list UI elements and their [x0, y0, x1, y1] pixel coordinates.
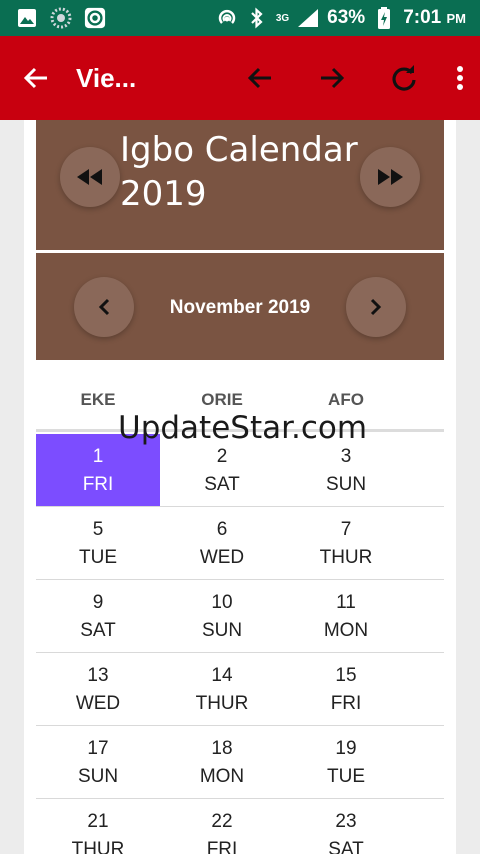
weekday-label: TUE	[79, 547, 117, 568]
weekday-label: FRI	[82, 474, 114, 495]
day-number: 5	[92, 519, 104, 540]
watermark: UpdateStar.com	[118, 410, 368, 446]
next-month-button[interactable]	[346, 277, 406, 337]
back-button[interactable]	[0, 36, 72, 120]
fast-forward-icon	[378, 169, 403, 185]
status-bar: 3G 63% 7:01 PM	[0, 0, 480, 36]
clock: 7:01 PM	[403, 7, 466, 28]
column-header-eke: EKE	[80, 390, 116, 409]
browser-forward-button[interactable]	[296, 36, 368, 120]
day-cell[interactable]: 7 THUR	[284, 507, 408, 579]
month-panel: November 2019	[36, 253, 444, 360]
calendar-row: 5 TUE 6 WED 7 THUR	[36, 507, 444, 580]
back-arrow-icon	[23, 67, 47, 89]
day-cell[interactable]: 5 TUE	[36, 507, 160, 579]
calendar-grid: 1 FRI 2 SAT 3 SUN 5 TUE 6 WED 7 THUR 9 SAT 10 SUN 11 MON 1…	[36, 434, 444, 854]
weekday-label: WED	[75, 693, 121, 714]
app-bar: Vie...	[0, 36, 480, 120]
day-cell[interactable]: 19 TUE	[284, 726, 408, 798]
day-number: 22	[211, 811, 233, 832]
day-cell[interactable]: 9 SAT	[36, 580, 160, 652]
weekday-label: MON	[199, 766, 245, 787]
day-cell[interactable]: 18 MON	[160, 726, 284, 798]
browser-back-button[interactable]	[224, 36, 296, 120]
day-number: 19	[335, 738, 357, 759]
weekday-label: TUE	[327, 766, 365, 787]
next-year-button[interactable]	[360, 147, 420, 207]
day-number: 9	[92, 592, 104, 613]
day-number: 18	[211, 738, 233, 759]
day-number: 7	[340, 519, 352, 540]
day-number: 23	[335, 811, 357, 832]
rewind-icon	[77, 169, 102, 185]
image-icon	[16, 7, 38, 29]
refresh-button[interactable]	[368, 36, 440, 120]
day-cell[interactable]: 6 WED	[160, 507, 284, 579]
battery-percent: 63%	[327, 7, 366, 28]
day-number: 21	[87, 811, 109, 832]
column-header-orie: ORIE	[201, 390, 243, 409]
day-number: 6	[216, 519, 228, 540]
day-number: 17	[87, 738, 109, 759]
hotspot-icon	[216, 7, 238, 29]
weekday-label: MON	[323, 620, 369, 641]
weekday-label: SAT	[328, 839, 364, 854]
day-cell[interactable]: 10 SUN	[160, 580, 284, 652]
page-title: Vie...	[76, 62, 137, 93]
day-number: 15	[335, 665, 357, 686]
weekday-label: SAT	[80, 620, 116, 641]
day-cell[interactable]: 14 THUR	[160, 653, 284, 725]
weekday-label: FRI	[206, 839, 238, 854]
overflow-menu-button[interactable]	[440, 36, 480, 120]
arrow-right-icon	[321, 67, 345, 89]
weekday-label: THUR	[319, 547, 373, 568]
day-cell[interactable]: 17 SUN	[36, 726, 160, 798]
year-title: Igbo Calendar 2019	[120, 130, 358, 214]
calendar-row: 9 SAT 10 SUN 11 MON	[36, 580, 444, 653]
previous-year-button[interactable]	[60, 147, 120, 207]
day-cell[interactable]: 22 FRI	[160, 799, 284, 854]
page-content: Igbo Calendar 2019 November 2019 EKE ORI…	[24, 120, 456, 854]
refresh-icon	[392, 65, 416, 91]
weekday-label: THUR	[195, 693, 249, 714]
record-icon	[84, 7, 106, 29]
calendar-row: 13 WED 14 THUR 15 FRI	[36, 653, 444, 726]
calendar-row: 17 SUN 18 MON 19 TUE	[36, 726, 444, 799]
radar-icon	[50, 7, 72, 29]
day-number: 11	[336, 592, 356, 613]
day-number: 14	[211, 665, 233, 686]
weekday-label: SUN	[201, 620, 243, 641]
column-header-afo: AFO	[328, 390, 364, 409]
signal-icon	[297, 7, 319, 29]
arrow-left-icon	[247, 67, 271, 89]
bluetooth-icon	[246, 7, 268, 29]
day-cell[interactable]: 11 MON	[284, 580, 408, 652]
weekday-label: SAT	[204, 474, 240, 495]
more-vert-icon	[457, 66, 463, 90]
weekday-label: SUN	[325, 474, 367, 495]
day-cell[interactable]: 13 WED	[36, 653, 160, 725]
day-cell[interactable]: 23 SAT	[284, 799, 408, 854]
day-cell[interactable]: 21 THUR	[36, 799, 160, 854]
year-panel: Igbo Calendar 2019	[36, 120, 444, 250]
weekday-label: THUR	[71, 839, 125, 854]
battery-charging-icon	[373, 7, 395, 29]
network-label: 3G	[275, 13, 290, 24]
weekday-label: SUN	[77, 766, 119, 787]
day-cell[interactable]: 15 FRI	[284, 653, 408, 725]
day-number: 10	[211, 592, 233, 613]
day-number: 13	[87, 665, 109, 686]
weekday-label: FRI	[330, 693, 362, 714]
calendar-row: 21 THUR 22 FRI 23 SAT	[36, 799, 444, 854]
chevron-right-icon	[370, 298, 382, 316]
weekday-label: WED	[199, 547, 245, 568]
